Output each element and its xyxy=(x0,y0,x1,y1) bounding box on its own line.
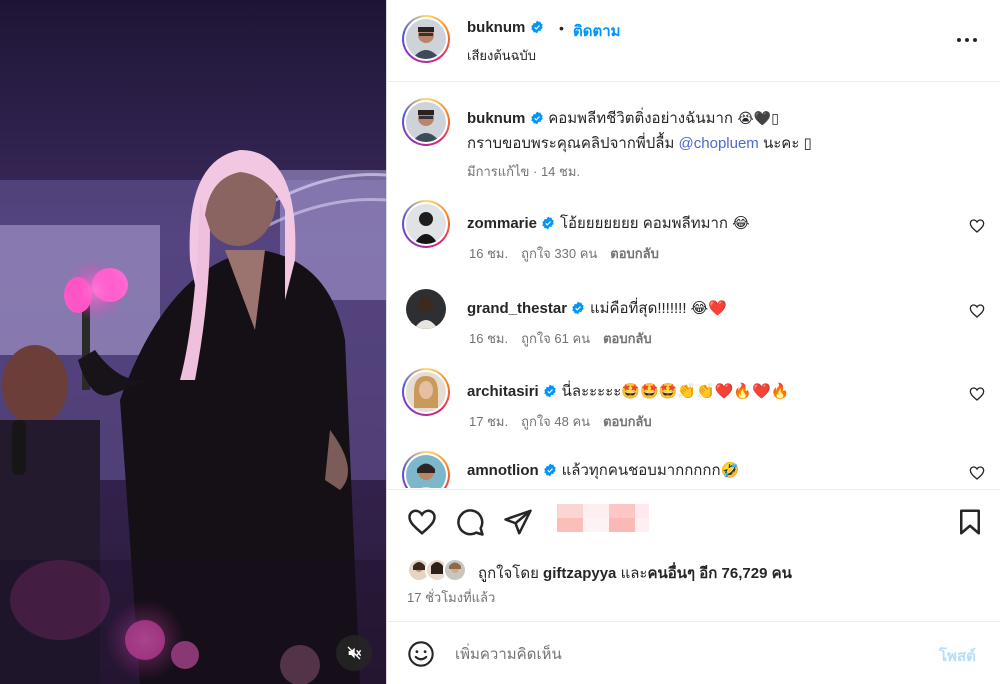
comment-line: grand_thestar แม่คือที่สุด!!!!!!! 😂❤️ xyxy=(467,296,727,320)
caption-author-avatar[interactable] xyxy=(402,98,450,146)
comment-username[interactable]: architasiri xyxy=(467,383,539,400)
comment-bubble-icon[interactable] xyxy=(455,507,485,537)
comment-reply-button[interactable]: ตอบกลับ xyxy=(603,414,652,429)
other-likers-link[interactable]: คนอื่นๆ อีก 76,729 คน xyxy=(648,565,792,582)
comment-text: โอ้ยยยยยยย คอมพลีทมาก 😂 xyxy=(559,215,750,232)
add-comment-input[interactable] xyxy=(455,641,915,667)
follow-button[interactable]: ติดตาม xyxy=(573,19,621,43)
comment-meta: 16 ชม. ถูกใจ 61 คน ตอบกลับ xyxy=(469,328,665,349)
like-heart-icon[interactable] xyxy=(407,507,437,537)
caption-text-line2-suffix: นะคะ ▯ xyxy=(758,135,812,152)
verified-icon xyxy=(530,20,543,34)
likes-middle: และ xyxy=(616,565,648,582)
comment-like-heart-icon[interactable] xyxy=(969,218,985,234)
comment-avatar[interactable] xyxy=(402,200,450,248)
comment-item: grand_thestar แม่คือที่สุด!!!!!!! 😂❤️ 16… xyxy=(387,273,1000,356)
author-avatar[interactable] xyxy=(402,15,450,63)
comment-likes[interactable]: ถูกใจ 48 คน xyxy=(521,414,590,429)
comment-item: amnotlion แล้วทุกคนชอบมากกกกก🤣 xyxy=(387,439,1000,488)
mute-icon xyxy=(347,646,362,660)
comment-meta: 16 ชม. ถูกใจ 330 คน ตอบกลับ xyxy=(469,243,672,264)
verified-icon xyxy=(544,384,556,398)
post-media[interactable] xyxy=(0,0,386,684)
comment-avatar-image xyxy=(406,455,446,488)
add-comment-bar: โพสต์ xyxy=(387,621,1000,684)
post-side-panel: buknum • ติดตาม เสียงต้นฉบับ buknum คอมพ… xyxy=(387,0,1000,684)
liker-avatars[interactable] xyxy=(407,556,467,584)
caption-mention-link[interactable]: @chopluem xyxy=(679,135,759,152)
comment-avatar[interactable] xyxy=(402,451,450,488)
first-liker-username[interactable]: giftzapyya xyxy=(543,565,616,582)
comment-avatar[interactable] xyxy=(402,368,450,416)
comment-username[interactable]: grand_thestar xyxy=(467,300,567,317)
smile-emoji-icon[interactable] xyxy=(407,640,435,668)
comment-time: 16 ชม. xyxy=(469,331,509,346)
verified-icon xyxy=(544,463,556,477)
caption-meta: มีการแก้ไข · 14 ชม. xyxy=(467,164,581,179)
comment-likes[interactable]: ถูกใจ 61 คน xyxy=(521,331,590,346)
comment-text: แม่คือที่สุด!!!!!!! 😂❤️ xyxy=(589,300,727,317)
likes-prefix: ถูกใจโดย xyxy=(478,565,544,582)
actions-divider xyxy=(387,489,1000,490)
comment-line: architasiri นี่ละะะะะ🤩🤩🤩👏👏❤️🔥❤️🔥 xyxy=(467,379,789,403)
author-username[interactable]: buknum xyxy=(467,19,544,36)
pixelated-overlay xyxy=(557,504,649,532)
author-avatar-image xyxy=(406,19,446,59)
post-comment-button[interactable]: โพสต์ xyxy=(939,644,976,668)
comment-avatar[interactable] xyxy=(406,289,446,329)
comment-like-heart-icon[interactable] xyxy=(969,386,985,402)
comment-time: 16 ชม. xyxy=(469,246,509,261)
verified-icon xyxy=(542,216,555,230)
verified-icon xyxy=(531,111,543,125)
comment-line: zommarie โอ้ยยยยยยย คอมพลีทมาก 😂 xyxy=(467,211,750,235)
caption-line-2: กราบขอบพระคุณคลิปจากพี่ปลื้ม @chopluem น… xyxy=(467,131,812,155)
comment-like-heart-icon[interactable] xyxy=(969,303,985,319)
comment-text: นี่ละะะะะ🤩🤩🤩👏👏❤️🔥❤️🔥 xyxy=(561,383,790,400)
audio-label[interactable]: เสียงต้นฉบับ xyxy=(467,45,536,66)
comment-item: zommarie โอ้ยยยยยยย คอมพลีทมาก 😂 16 ชม. ถ… xyxy=(387,188,1000,273)
caption-text-line1: คอมพลีทชีวิตติ่งอย่างฉันมาก xyxy=(548,110,733,127)
comments-section[interactable]: buknum คอมพลีทชีวิตติ่งอย่างฉันมาก 😭🖤▯ ก… xyxy=(387,83,1000,488)
bookmark-icon[interactable] xyxy=(955,507,985,537)
post-timestamp[interactable]: 17 ชั่วโมงที่แล้ว xyxy=(407,587,495,608)
more-options-icon[interactable] xyxy=(953,28,981,52)
comment-reply-button[interactable]: ตอบกลับ xyxy=(603,331,652,346)
liker-avatar xyxy=(443,558,467,582)
caption-avatar-image xyxy=(406,102,446,142)
post-header: buknum • ติดตาม เสียงต้นฉบับ xyxy=(387,0,1000,82)
comment-text: แล้วทุกคนชอบมากกกกก🤣 xyxy=(561,462,740,479)
caption-username[interactable]: buknum xyxy=(467,110,525,127)
post-caption: buknum คอมพลีทชีวิตติ่งอย่างฉันมาก 😭🖤▯ ก… xyxy=(387,83,1000,188)
comment-username[interactable]: amnotlion xyxy=(467,462,539,479)
comment-time: 17 ชม. xyxy=(469,414,509,429)
likes-text[interactable]: ถูกใจโดย giftzapyya และคนอื่นๆ อีก 76,72… xyxy=(478,561,792,585)
header-dot-separator: • xyxy=(559,20,564,36)
comment-username[interactable]: zommarie xyxy=(467,215,537,232)
caption-text-line2: กราบขอบพระคุณคลิปจากพี่ปลื้ม xyxy=(467,135,679,152)
author-username-text[interactable]: buknum xyxy=(467,19,525,36)
comment-meta: 17 ชม. ถูกใจ 48 คน ตอบกลับ xyxy=(469,411,665,432)
mute-button[interactable] xyxy=(336,635,372,671)
verified-icon xyxy=(572,301,585,315)
comment-avatar-image xyxy=(406,289,446,329)
comment-like-heart-icon[interactable] xyxy=(969,465,985,481)
comment-line: amnotlion แล้วทุกคนชอบมากกกกก🤣 xyxy=(467,458,739,482)
comment-likes[interactable]: ถูกใจ 330 คน xyxy=(521,246,597,261)
share-paper-plane-icon[interactable] xyxy=(503,507,533,537)
caption-emoji-line1: 😭🖤▯ xyxy=(737,111,779,127)
post-video-frame xyxy=(0,0,386,684)
comment-item: architasiri นี่ละะะะะ🤩🤩🤩👏👏❤️🔥❤️🔥 17 ชม. ถ… xyxy=(387,356,1000,439)
caption-line-1: buknum คอมพลีทชีวิตติ่งอย่างฉันมาก 😭🖤▯ xyxy=(467,106,779,130)
comment-avatar-image xyxy=(406,372,446,412)
comment-reply-button[interactable]: ตอบกลับ xyxy=(610,246,659,261)
comment-avatar-image xyxy=(406,204,446,244)
